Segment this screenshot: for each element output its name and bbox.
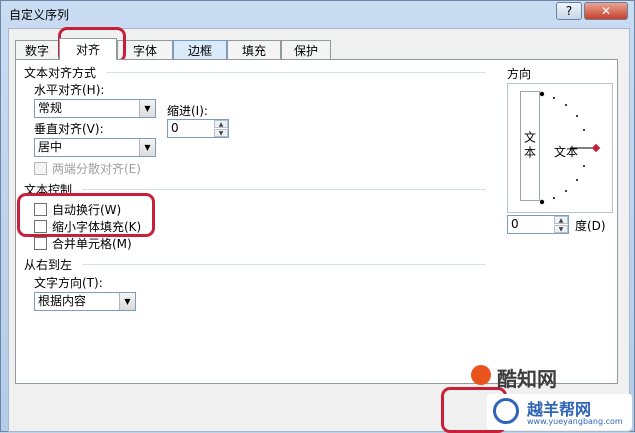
section-divider (106, 72, 486, 73)
text-direction-select[interactable]: 根据内容 ▼ (34, 292, 136, 311)
tab-protection[interactable]: 保护 (281, 40, 331, 59)
checkbox-box[interactable] (34, 162, 47, 175)
degrees-label: 度(D) (575, 219, 606, 233)
tab-alignment[interactable]: 对齐 (59, 38, 117, 60)
text-direction-value: 根据内容 (38, 294, 87, 308)
brand-badge: 越羊帮网 www.yueyangbang.com (487, 394, 632, 430)
right-to-left-section-title: 从右到左 (24, 258, 73, 272)
chevron-down-icon[interactable]: ▼ (139, 100, 155, 117)
site-name: 酷知网 (497, 367, 557, 391)
title-bar[interactable]: 自定义序列 ? ✕ (1, 1, 634, 27)
site-logo-icon (471, 365, 491, 385)
vertical-text-button[interactable]: 文本 (520, 91, 540, 201)
indent-label: 缩进(I): (167, 104, 208, 118)
degrees-spinner[interactable]: 0 ▲ ▼ (507, 215, 569, 234)
highlight-ring-text-control (17, 193, 155, 237)
horizontal-align-label: 水平对齐(H): (34, 83, 105, 97)
tab-fill[interactable]: 填充 (227, 40, 281, 59)
spin-down-icon[interactable]: ▼ (554, 225, 568, 233)
justify-distributed-label: 两端分散对齐(E) (52, 162, 141, 176)
help-button[interactable]: ? (556, 2, 582, 20)
orientation-box[interactable]: 文本 文本 (507, 83, 613, 213)
indent-value: 0 (171, 121, 179, 135)
vertical-align-label: 垂直对齐(V): (34, 122, 104, 136)
brand-logo-icon (493, 398, 519, 424)
chevron-down-icon[interactable]: ▼ (139, 139, 155, 156)
section-divider (82, 189, 486, 190)
vertical-align-value: 居中 (38, 140, 63, 154)
vertical-align-select[interactable]: 居中 ▼ (34, 138, 156, 157)
site-watermark: 酷知网 (471, 363, 616, 393)
format-cells-dialog: 自定义序列 ? ✕ 数字 对齐 字体 边框 填充 保护 文本对齐方式 水平对齐(… (0, 0, 635, 433)
checkbox-box[interactable] (34, 237, 47, 250)
degrees-value: 0 (511, 217, 519, 231)
brand-url: www.yueyangbang.com (527, 417, 623, 426)
orientation-text-label: 文本 (554, 145, 579, 159)
merge-cells-checkbox[interactable]: 合并单元格(M) (34, 235, 132, 252)
close-button[interactable]: ✕ (584, 2, 628, 20)
text-alignment-section-title: 文本对齐方式 (24, 66, 97, 80)
orientation-section-title: 方向 (507, 67, 532, 81)
tab-border[interactable]: 边框 (173, 40, 227, 59)
horizontal-align-value: 常规 (38, 101, 63, 115)
chevron-down-icon[interactable]: ▼ (119, 293, 135, 310)
text-direction-label: 文字方向(T): (34, 276, 103, 290)
merge-cells-label: 合并单元格(M) (52, 237, 132, 251)
spin-down-icon[interactable]: ▼ (214, 129, 228, 137)
justify-distributed-checkbox[interactable]: 两端分散对齐(E) (34, 160, 141, 177)
section-divider (82, 264, 486, 265)
horizontal-align-select[interactable]: 常规 ▼ (34, 99, 156, 118)
indent-spinner[interactable]: 0 ▲ ▼ (167, 119, 229, 138)
tab-number[interactable]: 数字 (15, 40, 59, 59)
window-title: 自定义序列 (9, 8, 70, 22)
